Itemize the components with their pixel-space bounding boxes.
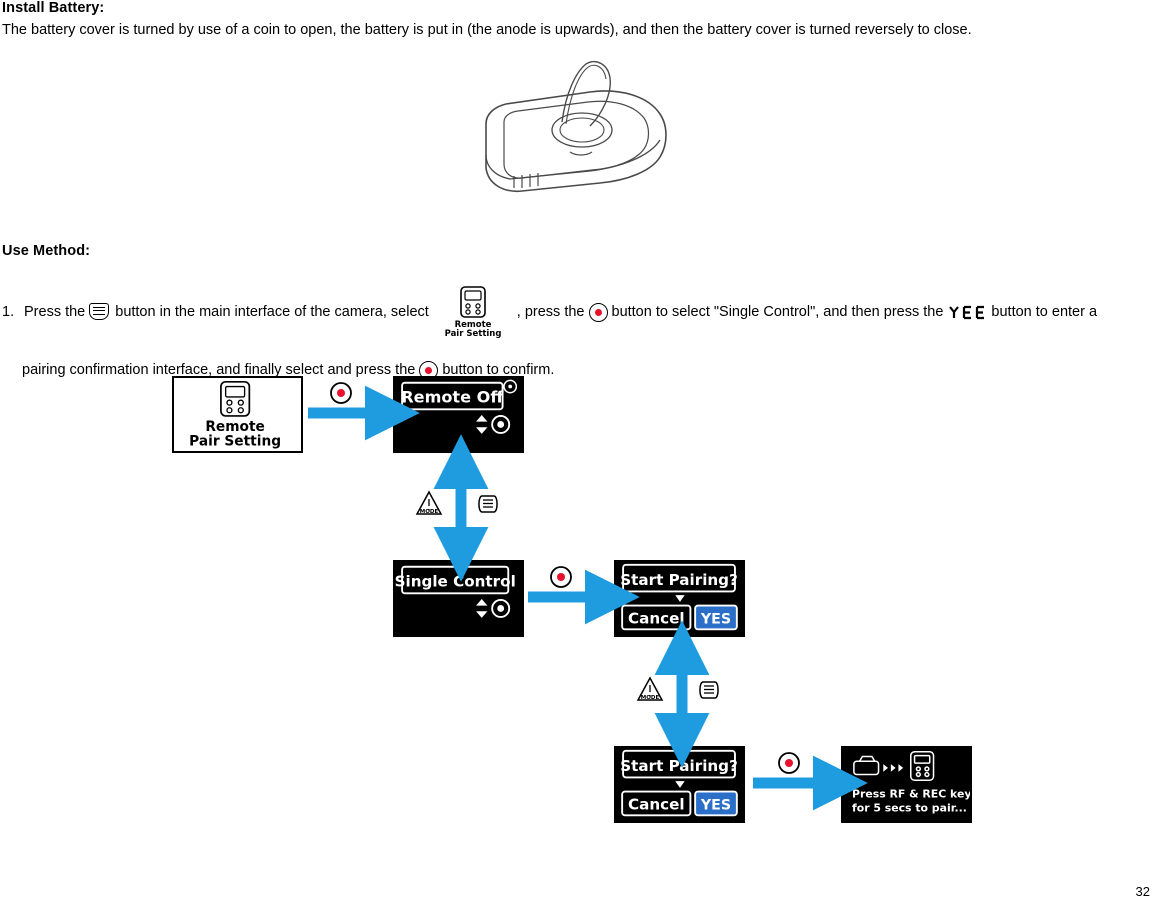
mode-icon-diagram-2: MODE [636, 676, 664, 701]
screen6-line2: for 5 secs to pair... [852, 802, 967, 815]
screen4-title: Start Pairing? [620, 571, 738, 589]
use-method-heading: Use Method: [2, 243, 91, 259]
manual-page: Install Battery: The battery cover is tu… [0, 0, 1162, 907]
svg-text:MODE: MODE [641, 695, 660, 701]
step-number: 1. [2, 304, 15, 320]
rec-icon-diagram-2 [550, 566, 572, 588]
page-number: 32 [1135, 884, 1150, 899]
step-text-part4: button to select "Single Control", and t… [611, 304, 944, 320]
menu-icon-diagram-2 [699, 681, 719, 699]
step-text-part5: button to enter a [991, 304, 1098, 320]
step-text-part1: Press the [24, 304, 86, 320]
install-battery-description: The battery cover is turned by use of a … [2, 22, 972, 38]
step-text-part2: button in the main interface of the came… [115, 304, 429, 320]
menu-button-icon [89, 302, 111, 322]
screen-press-rf-rec: Press RF & REC keys for 5 secs to pair..… [841, 746, 972, 823]
mode-icon-diagram-1: MODE [415, 490, 443, 515]
rec-icon-diagram-3 [778, 752, 800, 774]
screen1-line2: Pair Setting [189, 433, 281, 449]
screen3-title: Single Control [395, 573, 516, 591]
screen2-title: Remote Off [401, 388, 504, 407]
screen4-yes: YES [700, 612, 731, 628]
screen5-cancel: Cancel [628, 796, 685, 814]
screen5-title: Start Pairing? [620, 757, 738, 775]
rec-icon-diagram-1 [330, 382, 352, 404]
screen-remote-off: Remote Off [393, 376, 524, 453]
rec-button-icon [588, 302, 608, 322]
svg-text:MODE: MODE [420, 509, 439, 515]
screen-remote-pair-setting: Remote Pair Setting [172, 376, 303, 453]
screen6-line1: Press RF & REC keys [852, 787, 970, 800]
step-text-part3: , press the [516, 304, 585, 320]
screen-start-pairing-2: Start Pairing? Cancel YES [614, 746, 745, 823]
svg-text:Pair Setting: Pair Setting [444, 329, 501, 338]
menu-icon-diagram-1 [478, 495, 498, 513]
remote-pair-setting-icon: Remote Pair Setting [437, 286, 509, 339]
screen-start-pairing-1: Start Pairing? Cancel YES [614, 560, 745, 637]
remote-battery-illustration [485, 60, 667, 193]
screen5-yes: YES [700, 798, 731, 814]
screen-single-control: Single Control [393, 560, 524, 637]
screen4-cancel: Cancel [628, 610, 685, 628]
install-battery-heading: Install Battery: [2, 0, 105, 16]
yes-button-icon [947, 304, 987, 321]
step-1: 1. Press the button in the main interfac… [2, 286, 1152, 380]
